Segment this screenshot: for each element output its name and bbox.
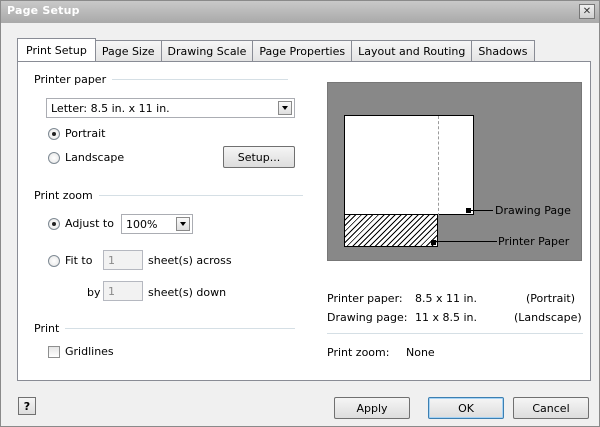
print-heading: Print	[34, 322, 60, 335]
cancel-button[interactable]: Cancel	[513, 397, 589, 419]
title-bar[interactable]: Page Setup ✕	[1, 1, 599, 23]
print-divider	[65, 328, 296, 329]
adjust-to-label: Adjust to	[65, 217, 114, 230]
zoom-percent-select[interactable]: 100%	[121, 214, 193, 234]
tab-page-size[interactable]: Page Size	[94, 40, 162, 61]
drawing-page-sheet	[344, 115, 474, 216]
adjust-to-option[interactable]: Adjust to	[48, 217, 114, 230]
fit-to-option[interactable]: Fit to	[48, 254, 92, 267]
info-separator	[327, 333, 583, 334]
drawing-page-callout: Drawing Page	[495, 204, 571, 217]
gridlines-label: Gridlines	[65, 345, 114, 358]
by-label: by	[87, 286, 101, 299]
printer-paper-group-header: Printer paper	[34, 73, 289, 86]
drawing-page-leader	[469, 210, 493, 211]
print-zoom-heading: Print zoom	[34, 189, 93, 202]
tab-print-setup[interactable]: Print Setup	[17, 38, 96, 61]
setup-button[interactable]: Setup...	[223, 146, 295, 168]
tab-layout-and-routing[interactable]: Layout and Routing	[351, 40, 473, 61]
tab-drawing-scale[interactable]: Drawing Scale	[160, 40, 254, 61]
help-icon[interactable]: ?	[18, 397, 36, 415]
chevron-down-icon[interactable]	[278, 101, 292, 115]
sheets-down-input[interactable]: 1	[103, 281, 143, 301]
gridlines-option[interactable]: Gridlines	[48, 345, 114, 358]
ok-button[interactable]: OK	[428, 397, 504, 419]
printer-paper-info-label: Printer paper:	[327, 292, 403, 305]
page-setup-dialog: Page Setup ✕ Print Setup Page Size Drawi…	[0, 0, 600, 427]
window-title: Page Setup	[7, 4, 80, 17]
landscape-label: Landscape	[65, 151, 125, 164]
gridlines-checkbox[interactable]	[48, 345, 60, 358]
drawing-page-info-orientation: (Landscape)	[514, 311, 582, 324]
portrait-radio[interactable]	[48, 127, 60, 140]
drawing-page-info-value: 11 x 8.5 in.	[415, 311, 478, 324]
printer-paper-callout: Printer Paper	[498, 235, 570, 248]
print-zoom-group-header: Print zoom	[34, 189, 303, 202]
zoom-percent-value: 100%	[126, 217, 158, 231]
chevron-down-icon[interactable]	[176, 217, 190, 231]
sheets-across-input[interactable]: 1	[103, 250, 143, 270]
portrait-option[interactable]: Portrait	[48, 127, 105, 140]
close-icon[interactable]: ✕	[579, 4, 595, 19]
tab-strip: Print Setup Page Size Drawing Scale Page…	[17, 38, 535, 61]
landscape-option[interactable]: Landscape	[48, 151, 124, 164]
landscape-radio[interactable]	[48, 151, 60, 164]
fit-to-label: Fit to	[65, 254, 93, 267]
tab-page-properties[interactable]: Page Properties	[252, 40, 353, 61]
apply-button[interactable]: Apply	[334, 397, 410, 419]
print-zoom-divider	[98, 195, 303, 196]
printer-paper-divider	[112, 79, 289, 80]
print-group-header: Print	[34, 322, 296, 335]
printer-paper-hatch	[344, 214, 438, 247]
printer-paper-leader	[435, 241, 497, 242]
tab-shadows[interactable]: Shadows	[471, 40, 535, 61]
portrait-label: Portrait	[65, 127, 106, 140]
page-preview: Drawing Page Printer Paper	[327, 82, 582, 261]
fit-to-radio[interactable]	[48, 254, 60, 267]
paper-size-select[interactable]: Letter: 8.5 in. x 11 in.	[46, 98, 295, 118]
page-break-line	[438, 116, 439, 216]
drawing-page-info-label: Drawing page:	[327, 311, 408, 324]
printer-paper-info-orientation: (Portrait)	[526, 292, 576, 305]
adjust-to-radio[interactable]	[48, 217, 60, 230]
print-zoom-info-value: None	[406, 346, 435, 359]
paper-size-value: Letter: 8.5 in. x 11 in.	[51, 101, 170, 115]
printer-paper-info-value: 8.5 x 11 in.	[415, 292, 478, 305]
sheets-across-label: sheet(s) across	[148, 254, 232, 267]
sheets-down-label: sheet(s) down	[148, 286, 227, 299]
print-zoom-info-label: Print zoom:	[327, 346, 390, 359]
printer-paper-heading: Printer paper	[34, 73, 107, 86]
